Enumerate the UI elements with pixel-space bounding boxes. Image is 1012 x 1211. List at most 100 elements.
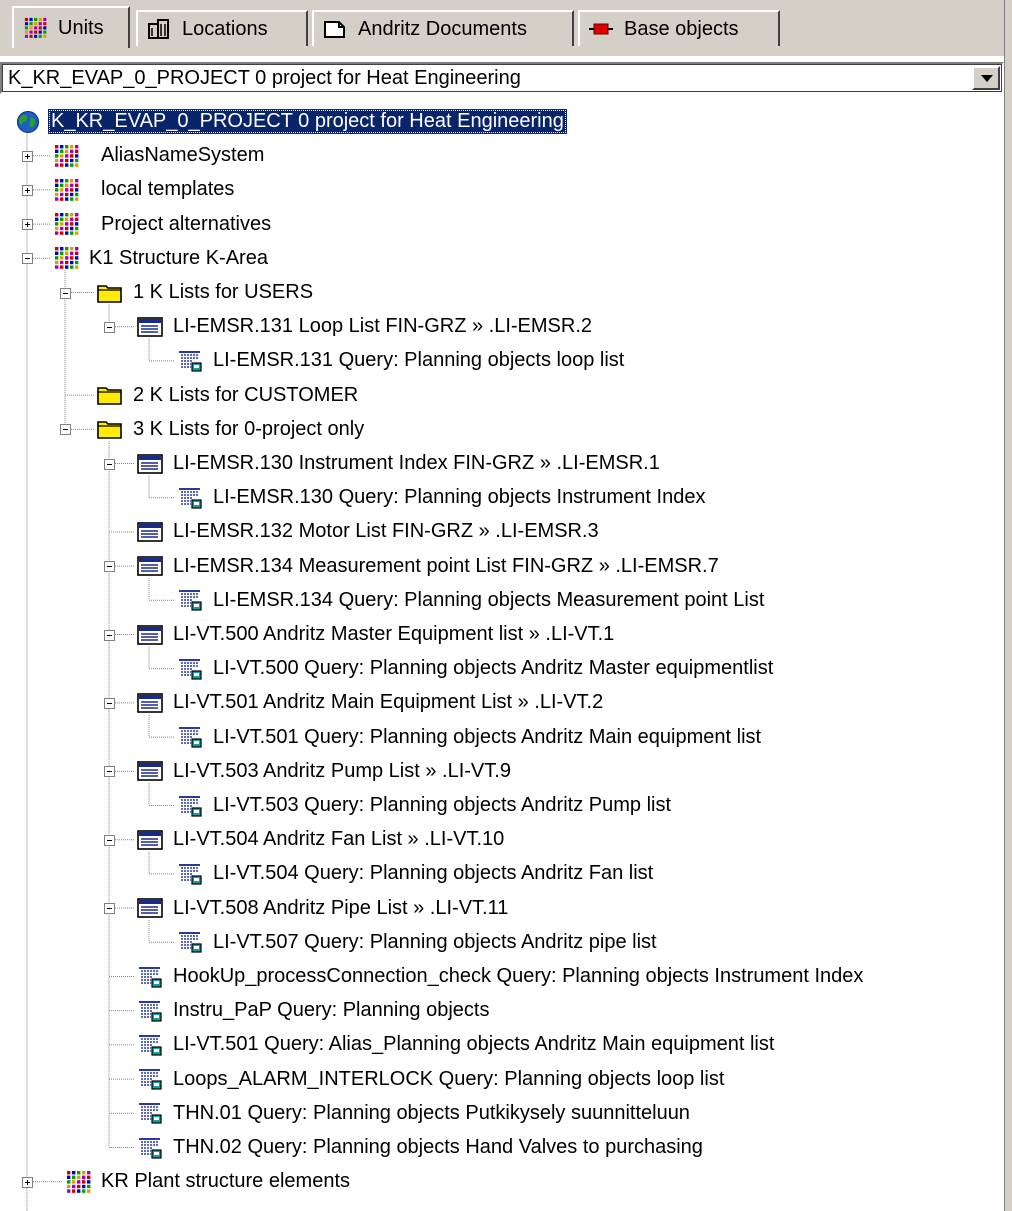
query-icon (176, 725, 204, 749)
dots-grid-icon (52, 178, 80, 202)
tree-item[interactable]: LI-VT.504 Andritz Fan List » .LI-VT.10 (136, 825, 507, 855)
red-block-icon (588, 18, 614, 40)
tree-item-label: local templates (101, 178, 235, 201)
dots-grid-icon (52, 246, 80, 270)
expand-icon[interactable] (22, 1176, 33, 1188)
tree-item-label: LI-EMSR.134 Query: Planning objects Meas… (213, 588, 765, 611)
tree-item[interactable]: THN.02 Query: Planning objects Hand Valv… (136, 1133, 706, 1163)
tree-item[interactable]: LI-EMSR.134 Measurement point List FIN-G… (136, 551, 722, 581)
tree-item-label: LI-EMSR.131 Loop List FIN-GRZ » .LI-EMSR… (173, 315, 593, 338)
tree-item[interactable]: 3 K Lists for 0-project only (96, 414, 367, 444)
tree-item[interactable]: K1 Structure K-Area (52, 243, 271, 273)
list-doc-icon (136, 520, 164, 544)
collapse-icon[interactable] (104, 697, 115, 709)
tree-item[interactable]: LI-EMSR.131 Query: Planning objects loop… (176, 346, 627, 376)
tree-item-label: LI-EMSR.134 Measurement point List FIN-G… (173, 554, 719, 577)
tree-item[interactable]: Instru_PaP Query: Planning objects (136, 996, 492, 1026)
expand-icon[interactable] (22, 219, 33, 231)
dots-grid-icon (52, 212, 80, 236)
tree-item[interactable]: AliasNameSystem (52, 141, 267, 171)
tree-item[interactable]: LI-EMSR.132 Motor List FIN-GRZ » .LI-EMS… (136, 517, 602, 547)
query-icon (176, 588, 204, 612)
tree-item-label: LI-VT.504 Query: Planning objects Andrit… (213, 862, 654, 885)
tree-item[interactable]: LI-VT.508 Andritz Pipe List » .LI-VT.11 (136, 893, 511, 923)
building-icon (146, 18, 172, 40)
tree-item[interactable]: LI-EMSR.131 Loop List FIN-GRZ » .LI-EMSR… (136, 312, 595, 342)
tab-label: Andritz Documents (358, 17, 527, 40)
tree-item-label: LI-VT.501 Query: Planning objects Andrit… (213, 725, 762, 748)
tree-item[interactable]: LI-EMSR.130 Instrument Index FIN-GRZ » .… (136, 449, 663, 479)
tree-item[interactable]: local templates (52, 175, 237, 205)
tree-item-label: LI-EMSR.132 Motor List FIN-GRZ » .LI-EMS… (173, 520, 599, 543)
collapse-icon[interactable] (104, 903, 115, 915)
tree-item[interactable]: KR Plant structure elements (64, 1167, 353, 1197)
expand-icon[interactable] (22, 150, 33, 162)
tree-item-label: Project alternatives (101, 212, 272, 235)
tree-item[interactable]: LI-VT.500 Query: Planning objects Andrit… (176, 654, 776, 684)
folder-icon (96, 281, 124, 305)
tree-item-label: 3 K Lists for 0-project only (133, 417, 365, 440)
tree-item[interactable]: LI-VT.507 Query: Planning objects Andrit… (176, 927, 660, 957)
tree-item-label: LI-VT.501 Query: Alias_Planning objects … (173, 1033, 775, 1056)
dots-grid-icon (52, 144, 80, 168)
tree-item[interactable]: LI-VT.501 Query: Alias_Planning objects … (136, 1030, 777, 1060)
globe-icon (14, 110, 42, 134)
tree-item[interactable]: LI-VT.504 Query: Planning objects Andrit… (176, 859, 656, 889)
list-doc-icon (136, 759, 164, 783)
tree-item-label: LI-VT.508 Andritz Pipe List » .LI-VT.11 (173, 896, 509, 919)
list-doc-icon (136, 896, 164, 920)
tree-item[interactable]: 2 K Lists for CUSTOMER (96, 380, 361, 410)
tree-item-label: 1 K Lists for USERS (133, 281, 314, 303)
collapse-icon[interactable] (104, 766, 115, 778)
list-doc-icon (136, 315, 164, 339)
tab-strip: Units Locations Andritz Documents Base o… (0, 0, 1012, 56)
tree-item[interactable]: LI-EMSR.130 Query: Planning objects Inst… (176, 483, 708, 513)
collapse-icon[interactable] (22, 253, 33, 265)
tree-item[interactable]: K_KR_EVAP_0_PROJECT 0 project for Heat E… (14, 107, 567, 137)
collapse-icon[interactable] (60, 424, 71, 436)
query-icon (176, 862, 204, 886)
tree-item[interactable]: LI-VT.501 Andritz Main Equipment List » … (136, 688, 606, 718)
list-doc-icon (136, 554, 164, 578)
tree-item[interactable]: THN.01 Query: Planning objects Putkikyse… (136, 1098, 693, 1128)
unit-select-value: K_KR_EVAP_0_PROJECT 0 project for Heat E… (8, 67, 521, 89)
query-icon (136, 1033, 164, 1057)
list-doc-icon (136, 452, 164, 476)
tree-item[interactable]: LI-VT.503 Query: Planning objects Andrit… (176, 791, 674, 821)
collapse-icon[interactable] (60, 287, 71, 299)
collapse-icon[interactable] (104, 629, 115, 641)
collapse-icon[interactable] (104, 561, 115, 573)
tab-base-objects[interactable]: Base objects (578, 10, 780, 46)
tree-item-label: 2 K Lists for CUSTOMER (133, 383, 359, 406)
query-icon (176, 930, 204, 954)
tree-item[interactable]: HookUp_processConnection_check Query: Pl… (136, 962, 866, 992)
query-icon (136, 965, 164, 989)
query-icon (176, 349, 204, 373)
folder-icon (96, 383, 124, 407)
collapse-icon[interactable] (104, 458, 115, 470)
tab-units[interactable]: Units (12, 6, 130, 48)
tab-label: Units (58, 16, 104, 39)
project-tree[interactable]: K_KR_EVAP_0_PROJECT 0 project for Heat E… (0, 100, 1004, 1211)
tree-item[interactable]: LI-EMSR.134 Query: Planning objects Meas… (176, 585, 767, 615)
tree-item[interactable]: Project alternatives (52, 209, 274, 239)
tree-item[interactable]: LI-VT.503 Andritz Pump List » .LI-VT.9 (136, 756, 514, 786)
tree-item-label: LI-EMSR.130 Instrument Index FIN-GRZ » .… (173, 452, 660, 474)
tree-item[interactable]: LI-VT.500 Andritz Master Equipment list … (136, 620, 617, 650)
collapse-icon[interactable] (104, 834, 115, 846)
tree-item-label: K_KR_EVAP_0_PROJECT 0 project for Heat E… (48, 109, 567, 134)
tab-locations[interactable]: Locations (136, 10, 308, 46)
unit-select[interactable]: K_KR_EVAP_0_PROJECT 0 project for Heat E… (0, 62, 1004, 94)
tree-item-label: Instru_PaP Query: Planning objects (173, 999, 490, 1022)
expand-icon[interactable] (22, 184, 33, 196)
dropdown-button[interactable] (972, 66, 1000, 90)
collapse-icon[interactable] (104, 321, 115, 333)
tree-item[interactable]: LI-VT.501 Query: Planning objects Andrit… (176, 722, 764, 752)
tree-item[interactable]: 1 K Lists for USERS (96, 278, 316, 308)
tree-item[interactable]: Loops_ALARM_INTERLOCK Query: Planning ob… (136, 1064, 727, 1094)
query-icon (176, 486, 204, 510)
folder-icon (96, 417, 124, 441)
tree-item-label: KR Plant structure elements (101, 1170, 350, 1193)
tab-andritz-documents[interactable]: Andritz Documents (312, 10, 574, 46)
tree-item-label: LI-VT.504 Andritz Fan List » .LI-VT.10 (173, 828, 505, 851)
